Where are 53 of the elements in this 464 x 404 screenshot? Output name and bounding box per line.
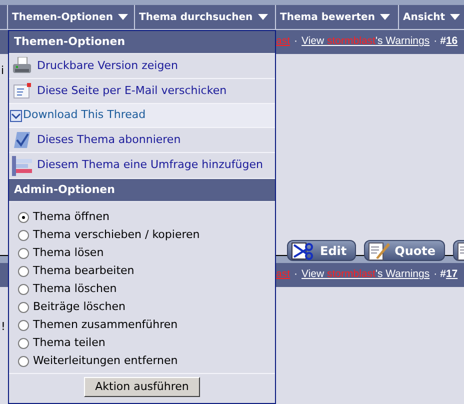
radio-button[interactable] [18,338,29,348]
body-text-fragment: i [1,63,4,79]
option-label: Themen zusammenführen [33,316,178,333]
option-label: Weiterleitungen entfernen [33,352,178,369]
warnings-link[interactable]: View stormblast's Warnings [302,267,430,283]
bar-chart-icon [12,156,34,176]
menu-tab[interactable]: Thema durchsuchen [134,5,275,29]
radio-button[interactable] [18,230,29,240]
menu-tab[interactable]: Ansicht [398,5,464,29]
warnings-link[interactable]: View stormblast's Warnings [302,34,430,50]
option-label: Thema lösen [33,244,104,261]
menu-item[interactable]: Diesem Thema eine Umfrage hinzufügen [9,153,275,179]
checkbox-icon [10,110,22,122]
body-text-fragment: ! [1,319,6,335]
caret-icon [380,14,390,20]
separator-dot: · [294,34,298,50]
separator-dot: · [434,34,438,50]
document-icon [12,82,32,100]
option-label: Beiträge löschen [33,298,126,315]
post-number-link[interactable]: 17 [446,267,458,283]
caret-icon [450,14,460,20]
radio-button[interactable] [18,266,29,276]
option-label: Thema bearbeiten [33,262,134,279]
caret-icon [258,14,268,20]
menu-item[interactable]: Download This Thread [9,104,275,128]
option-label: Thema löschen [33,280,117,297]
post-number-link[interactable]: 16 [446,34,458,50]
caret-icon [118,14,128,20]
menu-section-header: Themen-Optionen [9,31,275,54]
radio-button[interactable] [18,320,29,330]
checkmark-icon [12,130,32,150]
edit-button[interactable]: Edit [287,240,356,261]
hash-sign: # [440,34,446,50]
menu-tab[interactable]: Themen-Optionen [7,5,134,29]
separator-dot: · [294,267,298,282]
document-pen-icon [366,240,391,260]
printer-icon [12,57,32,75]
scissors-icon [290,240,316,260]
menu-section-header: Admin-Optionen [9,179,275,202]
radio-button[interactable] [18,248,29,258]
menu-item[interactable]: Druckbare Version zeigen [9,54,275,79]
separator-dot: · [434,267,438,282]
option-label: Thema teilen [33,334,106,351]
menu-tab[interactable]: Thema bewerten [275,5,398,29]
radio-button[interactable] [18,212,29,222]
radio-button[interactable] [18,284,29,294]
quote-button[interactable]: Quote [364,240,445,261]
hash-sign: # [440,267,446,282]
submit-button[interactable]: Aktion ausführen [84,377,200,397]
option-label: Thema öffnen [33,208,110,225]
option-label: Thema verschieben / kopieren [33,226,200,243]
radio-button[interactable] [18,302,29,312]
radio-button[interactable] [18,356,29,366]
